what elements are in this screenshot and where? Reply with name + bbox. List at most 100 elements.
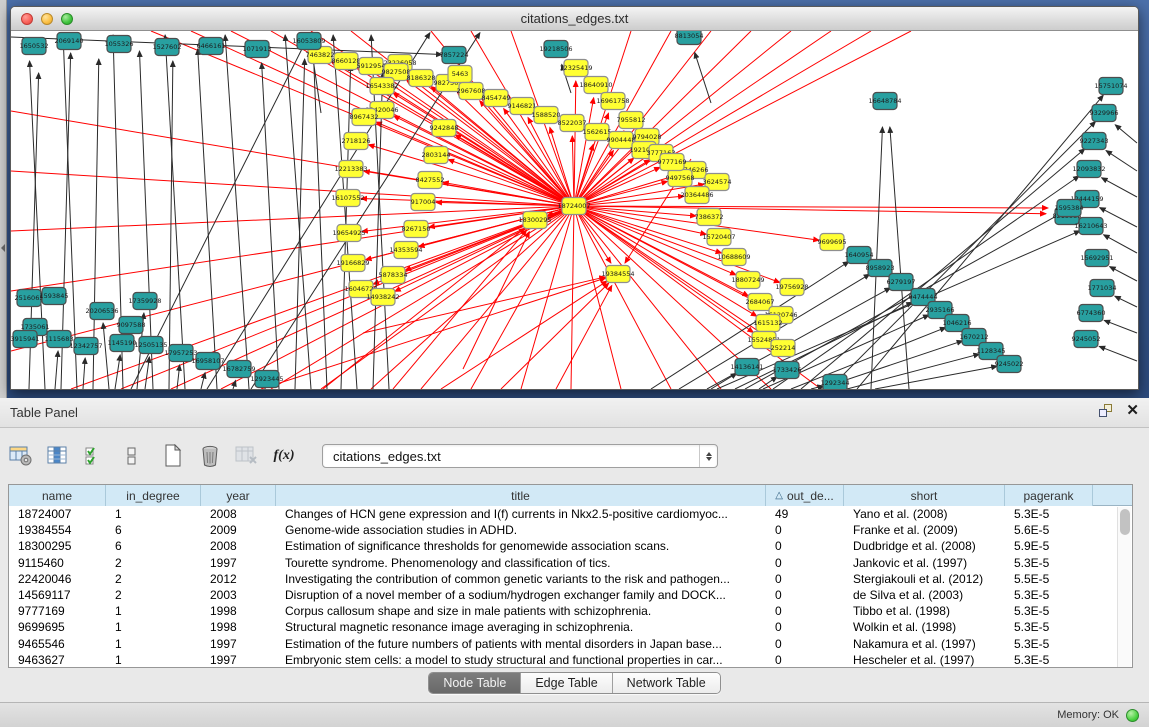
table-settings-icon[interactable] bbox=[8, 443, 34, 469]
network-canvas[interactable]: 1872400727181261221338316107552196549251… bbox=[11, 31, 1138, 389]
graph-node[interactable]: 8813054 bbox=[675, 31, 704, 45]
graph-node[interactable]: 1650532 bbox=[20, 38, 49, 55]
graph-node[interactable]: 2069140 bbox=[55, 33, 84, 50]
graph-node[interactable]: 19166829 bbox=[336, 255, 369, 272]
graph-node[interactable]: 12213383 bbox=[334, 161, 367, 178]
new-table-icon[interactable] bbox=[160, 443, 186, 469]
graph-node[interactable]: 14136141 bbox=[730, 359, 763, 376]
tab-edge-table[interactable]: Edge Table bbox=[521, 673, 612, 693]
table-row[interactable]: 2242004622012Investigating the contribut… bbox=[9, 571, 1132, 587]
graph-node[interactable]: 1771034 bbox=[1088, 280, 1117, 297]
graph-node[interactable]: 19384554 bbox=[601, 266, 634, 283]
graph-node[interactable]: 8454749 bbox=[482, 90, 511, 107]
network-graph[interactable]: 1872400727181261221338316107552196549251… bbox=[11, 31, 1138, 389]
graph-node[interactable]: 14353594 bbox=[389, 242, 422, 259]
float-panel-icon[interactable] bbox=[1098, 403, 1114, 419]
graph-node[interactable]: 9097588 bbox=[117, 317, 146, 334]
graph-node[interactable]: 3915941 bbox=[11, 331, 39, 348]
graph-node[interactable]: 9777169 bbox=[658, 154, 687, 171]
graph-node[interactable]: 9497568 bbox=[666, 170, 695, 187]
graph-node[interactable]: 1733426 bbox=[773, 362, 802, 379]
table-row[interactable]: 969969511998Structural magnetic resonanc… bbox=[9, 619, 1132, 635]
graph-node[interactable]: 8967432 bbox=[350, 109, 379, 126]
graph-node[interactable]: 15692951 bbox=[1080, 250, 1113, 267]
graph-node[interactable]: 12923445 bbox=[250, 371, 283, 388]
graph-node[interactable]: 1527602 bbox=[153, 39, 182, 56]
graph-node[interactable]: 9245052 bbox=[1072, 331, 1101, 348]
graph-node[interactable]: 15751074 bbox=[1094, 78, 1127, 95]
column-header-out_de[interactable]: △out_de... bbox=[766, 485, 844, 506]
table-vertical-scrollbar[interactable] bbox=[1117, 507, 1131, 667]
graph-node[interactable]: 10688609 bbox=[717, 249, 750, 266]
graph-node[interactable]: 1593845 bbox=[40, 288, 69, 305]
scrollbar-thumb[interactable] bbox=[1120, 509, 1130, 535]
column-header-title[interactable]: title bbox=[276, 485, 766, 506]
graph-node[interactable]: 1615132 bbox=[754, 315, 783, 332]
graph-node[interactable]: 1145190 bbox=[108, 335, 137, 352]
show-columns-icon[interactable] bbox=[45, 443, 71, 469]
graph-node[interactable]: 16961758 bbox=[596, 93, 629, 110]
combo-stepper-icon[interactable] bbox=[699, 445, 717, 467]
memory-status-icon[interactable] bbox=[1126, 709, 1139, 722]
graph-node[interactable]: 2718126 bbox=[342, 133, 371, 150]
graph-node[interactable]: 9227343 bbox=[1080, 133, 1109, 150]
graph-node[interactable]: 18807249 bbox=[731, 272, 764, 289]
close-panel-icon[interactable]: ✕ bbox=[1126, 403, 1139, 419]
graph-node[interactable]: 1292344 bbox=[821, 375, 850, 390]
graph-node[interactable]: 14938242 bbox=[366, 289, 399, 306]
graph-node[interactable]: 8427552 bbox=[416, 172, 445, 189]
table-row[interactable]: 911546021997Tourette syndrome. Phenomeno… bbox=[9, 555, 1132, 571]
graph-node[interactable]: 16107552 bbox=[331, 190, 364, 207]
graph-node[interactable]: 16210643 bbox=[1074, 218, 1107, 235]
graph-node[interactable]: 18724007 bbox=[557, 198, 590, 215]
graph-node[interactable]: 1595384 bbox=[1055, 200, 1084, 217]
graph-node[interactable]: 1588520 bbox=[532, 107, 561, 124]
graph-node[interactable]: 16543382 bbox=[365, 78, 398, 95]
graph-node[interactable]: 8267150 bbox=[402, 221, 431, 238]
delete-table-icon[interactable] bbox=[234, 443, 260, 469]
column-chooser-icon[interactable] bbox=[119, 443, 145, 469]
graph-node[interactable]: 7857224 bbox=[440, 47, 469, 64]
table-row[interactable]: 977716911998Corpus callosum shape and si… bbox=[9, 603, 1132, 619]
graph-node[interactable]: 9242848 bbox=[430, 120, 459, 137]
graph-node[interactable]: 6774360 bbox=[1077, 305, 1106, 322]
graph-node[interactable]: 5878334 bbox=[379, 267, 408, 284]
graph-node[interactable]: 19756928 bbox=[775, 279, 808, 296]
tab-node-table[interactable]: Node Table bbox=[429, 673, 521, 693]
graph-node[interactable]: 19218506 bbox=[539, 41, 572, 58]
table-row[interactable]: 1830029562008Estimation of significance … bbox=[9, 538, 1132, 554]
graph-node[interactable]: 12342757 bbox=[69, 338, 102, 355]
window-titlebar[interactable]: citations_edges.txt bbox=[11, 7, 1138, 31]
table-row[interactable]: 946554611997Estimation of the future num… bbox=[9, 636, 1132, 652]
graph-node[interactable]: 2803144 bbox=[422, 147, 451, 164]
graph-node[interactable]: 17359928 bbox=[128, 293, 161, 310]
graph-node[interactable]: 12505135 bbox=[134, 337, 167, 354]
table-row[interactable]: 1872400712008Changes of HCN gene express… bbox=[9, 506, 1132, 522]
graph-node[interactable]: 917004 bbox=[411, 194, 436, 211]
graph-node[interactable]: 6466161 bbox=[197, 38, 226, 55]
graph-node[interactable]: 18640910 bbox=[579, 77, 612, 94]
table-row[interactable]: 1938455462009Genome-wide association stu… bbox=[9, 522, 1132, 538]
graph-node[interactable]: 9699695 bbox=[818, 234, 847, 251]
graph-node[interactable]: 9245022 bbox=[995, 356, 1024, 373]
graph-node[interactable]: 12325419 bbox=[559, 60, 592, 77]
select-columns-icon[interactable] bbox=[82, 443, 108, 469]
column-header-in_degree[interactable]: in_degree bbox=[106, 485, 201, 506]
graph-node[interactable]: 16648784 bbox=[868, 93, 901, 110]
graph-node[interactable]: 1055326 bbox=[105, 36, 134, 53]
graph-node[interactable]: 7955812 bbox=[617, 112, 646, 129]
graph-node[interactable]: 8186328 bbox=[407, 70, 436, 87]
graph-node[interactable]: 1071913 bbox=[243, 41, 272, 58]
graph-node[interactable]: 12093832 bbox=[1072, 161, 1105, 178]
graph-node[interactable]: 5463 bbox=[448, 66, 472, 83]
column-header-pagerank[interactable]: pagerank bbox=[1005, 485, 1093, 506]
graph-node[interactable]: 6279197 bbox=[887, 274, 916, 291]
graph-node[interactable]: 16958107 bbox=[191, 353, 224, 370]
column-header-year[interactable]: year bbox=[201, 485, 276, 506]
splitter-strip[interactable] bbox=[0, 0, 7, 398]
column-header-name[interactable]: name bbox=[9, 485, 106, 506]
graph-node[interactable]: 252214 bbox=[771, 340, 796, 357]
tab-network-table[interactable]: Network Table bbox=[613, 673, 720, 693]
column-header-short[interactable]: short bbox=[844, 485, 1005, 506]
table-row[interactable]: 946362711997Embryonic stem cells: a mode… bbox=[9, 652, 1132, 668]
